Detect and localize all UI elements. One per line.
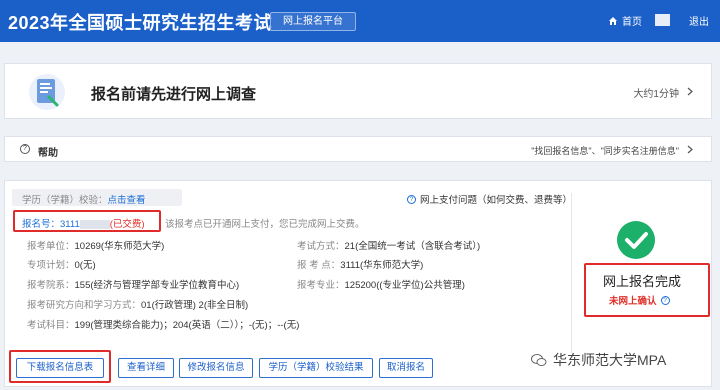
watermark-text: 华东师范大学MPA: [553, 352, 667, 368]
view-details-button[interactable]: 查看详细: [118, 358, 174, 378]
unconfirmed-text: 未网上确认: [609, 296, 657, 307]
reg-number-redacted: [79, 219, 110, 229]
verify-row: 学历（学籍）校验：点击查看: [22, 192, 146, 206]
help-links-text: "找回报名信息"、"同步实名注册信息": [531, 146, 679, 156]
question-icon: ?: [20, 144, 30, 154]
paid-note: 该报考点已开通网上支付，您已完成网上交费。: [165, 219, 365, 230]
help-card[interactable]: ? 帮助 "找回报名信息"、"同步实名注册信息": [4, 136, 712, 162]
modify-info-button[interactable]: 修改报名信息: [179, 358, 253, 378]
username-redacted: [655, 14, 670, 26]
page-title: 2023年全国硕士研究生招生考试: [8, 13, 273, 33]
field-subjects: 考试科目：199(管理类综合能力)；204(英语（二））；-(无)；--(无): [27, 320, 300, 331]
registration-complete-title: 网上报名完成: [603, 274, 682, 289]
field-site: 报 考 点：3111(华东师范大学): [297, 260, 424, 271]
field-exam-mode: 考试方式：21(全国统一考试（含联合考试）): [297, 241, 481, 252]
field-unit: 报考单位：10269(华东师范大学): [27, 241, 165, 252]
divider: [571, 193, 572, 353]
home-label: 首页: [622, 17, 642, 28]
field-major: 报考专业：125200((专业学位)公共管理): [297, 280, 465, 291]
survey-duration: 大约1分钟: [633, 85, 693, 100]
chevron-right-icon: [687, 87, 693, 99]
home-icon: [608, 16, 618, 26]
chevron-right-icon: [687, 145, 693, 156]
field-direction: 报考研究方向和学习方式：01(行政管理) 2(非全日制): [27, 300, 249, 311]
field-dept: 报考院系：155(经济与管理学部专业学位教育中心): [27, 280, 240, 291]
platform-badge: 网上报名平台: [270, 12, 356, 31]
survey-document-icon: [27, 73, 67, 111]
verify-link[interactable]: 点击查看: [108, 195, 146, 206]
help-links[interactable]: "找回报名信息"、"同步实名注册信息": [531, 144, 693, 157]
success-check-icon: [617, 221, 655, 259]
top-navigation-bar: 2023年全国硕士研究生招生考试 网上报名平台 首页 退出: [0, 0, 720, 42]
payment-help-link[interactable]: ? 网上支付问题（如何交费、退费等）: [407, 192, 572, 206]
wechat-watermark: 华东师范大学MPA: [531, 350, 666, 370]
unconfirmed-status: 未网上确认 ?: [609, 293, 670, 307]
download-form-button[interactable]: 下载报名信息表: [16, 358, 104, 378]
reg-number-row: 报名号：3111 (已交费): [22, 216, 145, 230]
survey-text: 报名前请先进行网上调查: [91, 86, 257, 103]
reg-number-label: 报名号：: [22, 219, 61, 230]
cancel-registration-button[interactable]: 取消报名: [379, 358, 433, 378]
payment-help-text: 网上支付问题（如何交费、退费等）: [420, 195, 573, 206]
question-icon: ?: [407, 194, 416, 204]
logout-link[interactable]: 退出: [689, 13, 709, 28]
reg-number-value: 3111: [60, 219, 80, 230]
help-label: 帮助: [38, 148, 58, 159]
home-link[interactable]: 首页: [608, 13, 642, 28]
wechat-icon: [531, 353, 547, 367]
paid-status: (已交费): [109, 219, 145, 230]
survey-card[interactable]: 报名前请先进行网上调查 大约1分钟: [4, 63, 712, 119]
verify-result-button[interactable]: 学历（学籍）校验结果: [259, 358, 373, 378]
verify-label: 学历（学籍）校验：: [22, 195, 108, 206]
field-plan: 专项计划：0(无): [27, 260, 96, 271]
question-icon[interactable]: ?: [660, 295, 670, 305]
survey-duration-text: 大约1分钟: [633, 89, 679, 100]
